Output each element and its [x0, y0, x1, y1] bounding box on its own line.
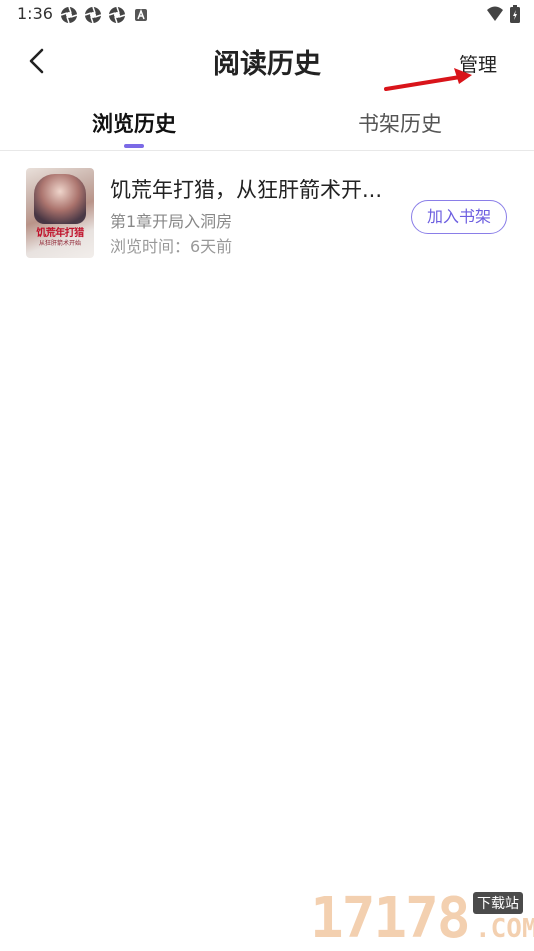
- wifi-icon: [487, 6, 503, 21]
- tab-browse-history[interactable]: 浏览历史: [92, 108, 176, 138]
- manage-button[interactable]: 管理: [459, 50, 497, 77]
- active-tab-indicator: [124, 144, 144, 148]
- cover-subtitle: 从狂肝箭术开始: [38, 240, 81, 247]
- watermark: 17178 下载站 .COM: [310, 884, 534, 951]
- book-title[interactable]: 饥荒年打猎，从狂肝箭术开...: [110, 174, 382, 204]
- a-notification-icon: [135, 8, 147, 21]
- notification-icons: [60, 6, 150, 24]
- tab-shelf-history[interactable]: 书架历史: [358, 108, 442, 138]
- aperture-icon: [84, 6, 102, 24]
- header: 阅读历史 管理: [0, 30, 534, 92]
- add-to-shelf-button[interactable]: 加入书架: [411, 200, 507, 234]
- status-time: 1:36: [17, 4, 53, 23]
- chapter-label: 第1章开局入洞房: [110, 212, 233, 231]
- status-bar: 1:36: [0, 0, 534, 30]
- history-list-item[interactable]: 饥荒年打猎 从狂肝箭术开始 饥荒年打猎，从狂肝箭术开... 第1章开局入洞房 浏…: [0, 160, 534, 270]
- watermark-domain: .COM: [475, 914, 534, 944]
- watermark-tag: 下载站: [473, 892, 523, 914]
- book-cover[interactable]: 饥荒年打猎 从狂肝箭术开始: [26, 168, 94, 258]
- system-icons: [486, 5, 520, 23]
- cover-illustration: [34, 174, 86, 224]
- page-title: 阅读历史: [213, 49, 321, 80]
- watermark-number: 17178: [310, 886, 471, 951]
- cover-title: 饥荒年打猎: [36, 228, 84, 239]
- browse-time: 浏览时间：6天前: [110, 237, 233, 256]
- tab-bar: 浏览历史 书架历史: [0, 100, 534, 151]
- aperture-icon: [108, 6, 126, 24]
- aperture-icon: [60, 6, 78, 24]
- battery-charging-icon: [510, 5, 520, 23]
